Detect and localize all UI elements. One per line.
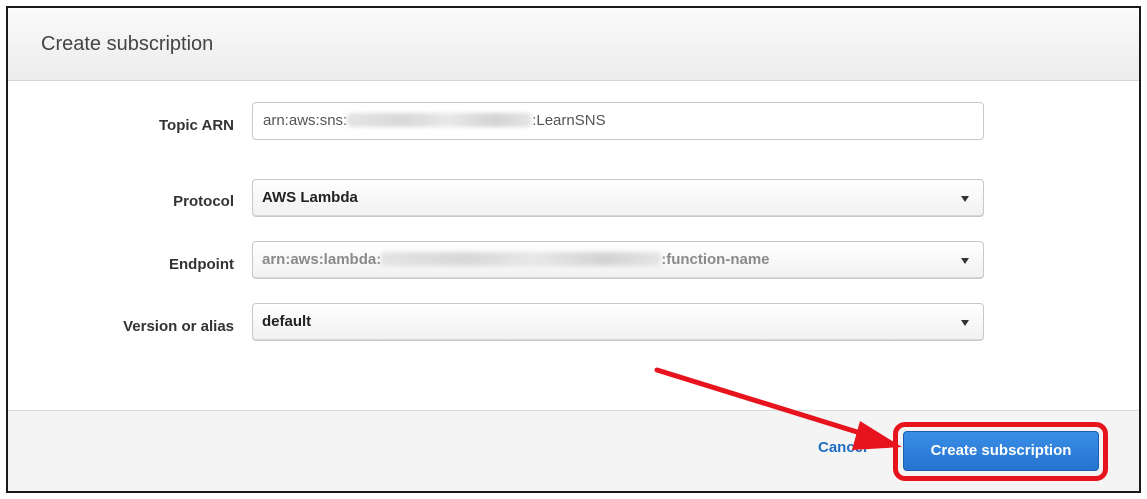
arrow-head: [852, 421, 902, 450]
annotation-arrow-icon: [654, 367, 902, 450]
arrow-shaft: [654, 367, 873, 439]
